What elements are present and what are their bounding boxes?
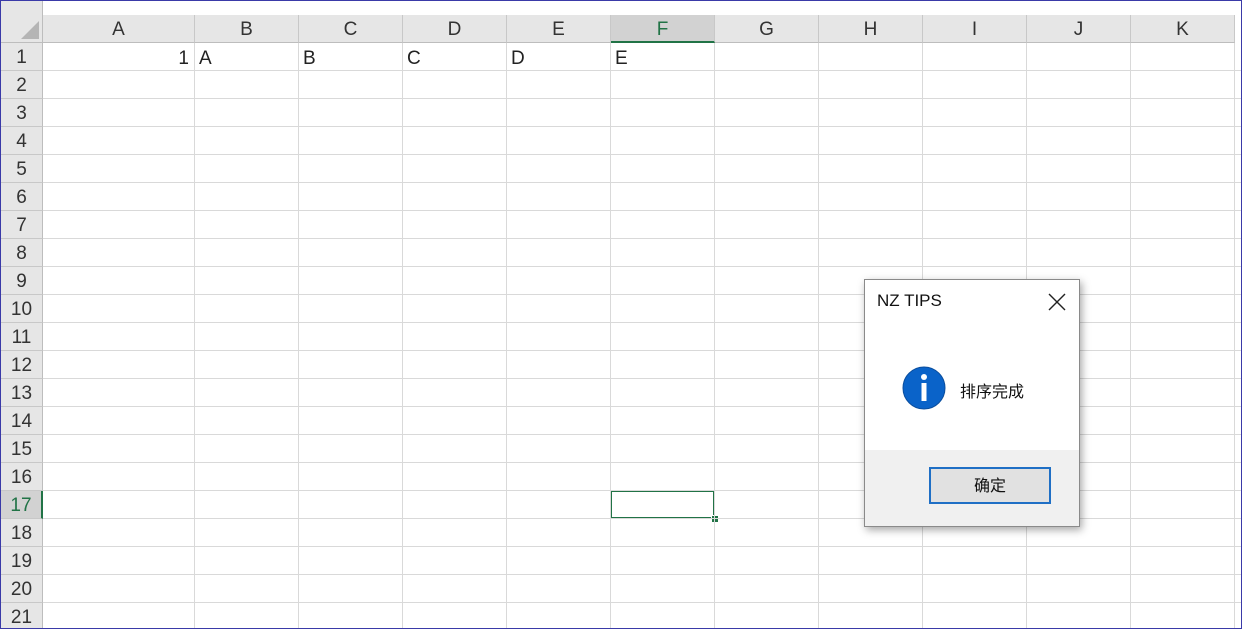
grid-hline — [43, 182, 1241, 183]
grid-hline — [43, 546, 1241, 547]
select-all-triangle-icon — [21, 21, 39, 39]
grid-vline — [714, 43, 715, 628]
ok-button[interactable]: 确定 — [929, 467, 1051, 504]
dialog-footer: 确定 — [865, 450, 1079, 526]
column-header-bar: ABCDEFGHIJK — [43, 15, 1241, 43]
column-header-F[interactable]: F — [611, 15, 715, 43]
grid-vline — [818, 43, 819, 628]
grid-vline — [1234, 43, 1235, 628]
row-header-7[interactable]: 7 — [1, 211, 43, 239]
row-header-18[interactable]: 18 — [1, 519, 43, 547]
row-header-6[interactable]: 6 — [1, 183, 43, 211]
column-header-A[interactable]: A — [43, 15, 195, 43]
fill-handle[interactable] — [711, 515, 719, 523]
cell-A1[interactable]: 1 — [43, 43, 189, 71]
grid-hline — [43, 126, 1241, 127]
column-header-E[interactable]: E — [507, 15, 611, 43]
column-header-K[interactable]: K — [1131, 15, 1235, 43]
grid-vline — [610, 43, 611, 628]
row-header-15[interactable]: 15 — [1, 435, 43, 463]
cell-F1[interactable]: E — [615, 43, 628, 71]
row-header-19[interactable]: 19 — [1, 547, 43, 575]
spreadsheet-window: ABCDEFGHIJK 1 2 3 4 5 6 7 8 9 10 11 12 13 14 15 16 17 18 1… — [0, 0, 1242, 629]
row-header-8[interactable]: 8 — [1, 239, 43, 267]
row-header-bar: 1 2 3 4 5 6 7 8 9 10 11 12 13 14 15 16 17 18 19 20 21 — [1, 43, 43, 628]
row-header-16[interactable]: 16 — [1, 463, 43, 491]
row-header-21[interactable]: 21 — [1, 603, 43, 628]
column-header-H[interactable]: H — [819, 15, 923, 43]
row-header-5[interactable]: 5 — [1, 155, 43, 183]
column-header-D[interactable]: D — [403, 15, 507, 43]
column-header-J[interactable]: J — [1027, 15, 1131, 43]
grid-vline — [194, 43, 195, 628]
cell-D1[interactable]: C — [407, 43, 421, 71]
info-icon — [902, 366, 946, 410]
selected-cell-F17[interactable] — [610, 490, 715, 519]
row-header-12[interactable]: 12 — [1, 351, 43, 379]
row-header-20[interactable]: 20 — [1, 575, 43, 603]
dialog-message: 排序完成 — [960, 382, 1025, 401]
grid-vline — [1130, 43, 1131, 628]
cell-C1[interactable]: B — [303, 43, 316, 71]
row-header-4[interactable]: 4 — [1, 127, 43, 155]
grid-hline — [43, 154, 1241, 155]
column-header-B[interactable]: B — [195, 15, 299, 43]
message-dialog: NZ TIPS 排序完成 确定 — [864, 279, 1080, 527]
grid-hline — [43, 574, 1241, 575]
grid-hline — [43, 98, 1241, 99]
select-all-corner[interactable] — [1, 1, 43, 43]
row-header-1[interactable]: 1 — [1, 43, 43, 71]
row-header-13[interactable]: 13 — [1, 379, 43, 407]
grid-hline — [43, 210, 1241, 211]
close-icon[interactable] — [1045, 290, 1069, 314]
row-header-14[interactable]: 14 — [1, 407, 43, 435]
dialog-title: NZ TIPS — [877, 291, 942, 310]
column-header-top-strip — [43, 1, 1241, 15]
grid-hline — [43, 238, 1241, 239]
grid-hline — [43, 602, 1241, 603]
row-header-17[interactable]: 17 — [1, 491, 43, 519]
row-header-11[interactable]: 11 — [1, 323, 43, 351]
column-header-G[interactable]: G — [715, 15, 819, 43]
grid-vline — [506, 43, 507, 628]
row-header-9[interactable]: 9 — [1, 267, 43, 295]
row-header-10[interactable]: 10 — [1, 295, 43, 323]
row-header-2[interactable]: 2 — [1, 71, 43, 99]
cell-B1[interactable]: A — [199, 43, 212, 71]
column-header-I[interactable]: I — [923, 15, 1027, 43]
grid-hline — [43, 70, 1241, 71]
row-header-3[interactable]: 3 — [1, 99, 43, 127]
grid-hline — [43, 266, 1241, 267]
grid-vline — [402, 43, 403, 628]
cell-E1[interactable]: D — [511, 43, 525, 71]
grid-vline — [298, 43, 299, 628]
column-header-C[interactable]: C — [299, 15, 403, 43]
